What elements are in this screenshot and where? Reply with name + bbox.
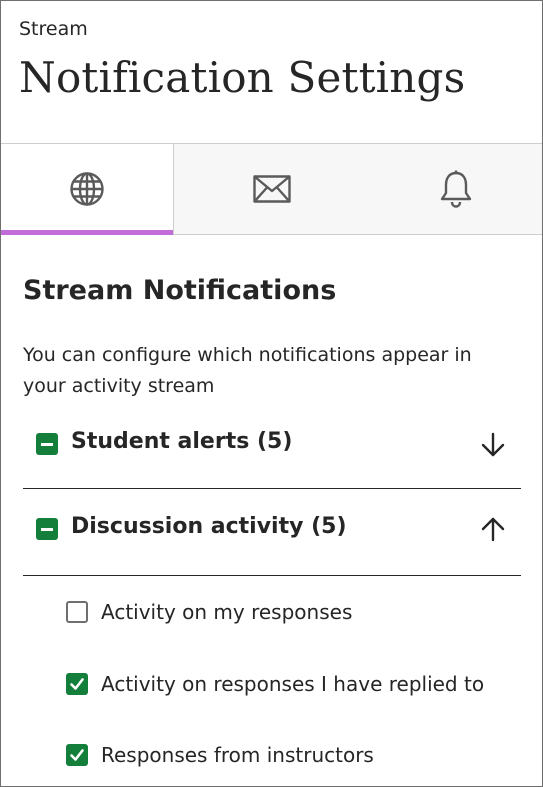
panel-header: Stream Notification Settings <box>1 1 542 144</box>
partial-select-checkbox[interactable] <box>36 433 58 455</box>
option-label: Activity on responses I have replied to <box>101 672 485 696</box>
bell-icon <box>440 170 471 208</box>
option-label: Activity on my responses <box>101 600 353 624</box>
arrow-down-icon[interactable] <box>479 431 507 459</box>
checked-checkbox[interactable] <box>66 744 88 766</box>
checkmark-icon <box>70 749 84 761</box>
group-label: Discussion activity (5) <box>71 514 347 539</box>
tab-stream[interactable] <box>1 144 174 235</box>
group-label: Student alerts (5) <box>71 429 293 454</box>
section-title: Stream Notifications <box>23 275 337 306</box>
tab-email[interactable] <box>174 144 369 234</box>
group-student-alerts[interactable]: Student alerts (5) <box>23 403 521 489</box>
checked-checkbox[interactable] <box>66 673 88 695</box>
option-responses-from-instructors[interactable]: Responses from instructors <box>66 740 374 770</box>
group-discussion-activity[interactable]: Discussion activity (5) <box>23 489 521 576</box>
notification-channel-tabs <box>1 144 542 235</box>
option-activity-on-my-responses[interactable]: Activity on my responses <box>66 597 352 627</box>
page-title: Notification Settings <box>19 53 466 102</box>
option-label: Responses from instructors <box>101 743 374 767</box>
globe-icon <box>70 172 104 206</box>
option-activity-on-replied-responses[interactable]: Activity on responses I have replied to <box>66 669 484 699</box>
partial-select-checkbox[interactable] <box>36 518 58 540</box>
selected-tab-indicator <box>1 230 173 235</box>
tab-push[interactable] <box>369 144 542 234</box>
arrow-up-icon[interactable] <box>479 515 507 543</box>
breadcrumb-stream: Stream <box>19 18 88 40</box>
notification-settings-panel: Stream Notification Settings Stream Noti… <box>0 0 543 787</box>
checkmark-icon <box>70 678 84 690</box>
envelope-icon <box>252 175 291 203</box>
unchecked-checkbox[interactable] <box>66 601 88 623</box>
section-description: You can configure which notifications ap… <box>23 344 472 397</box>
